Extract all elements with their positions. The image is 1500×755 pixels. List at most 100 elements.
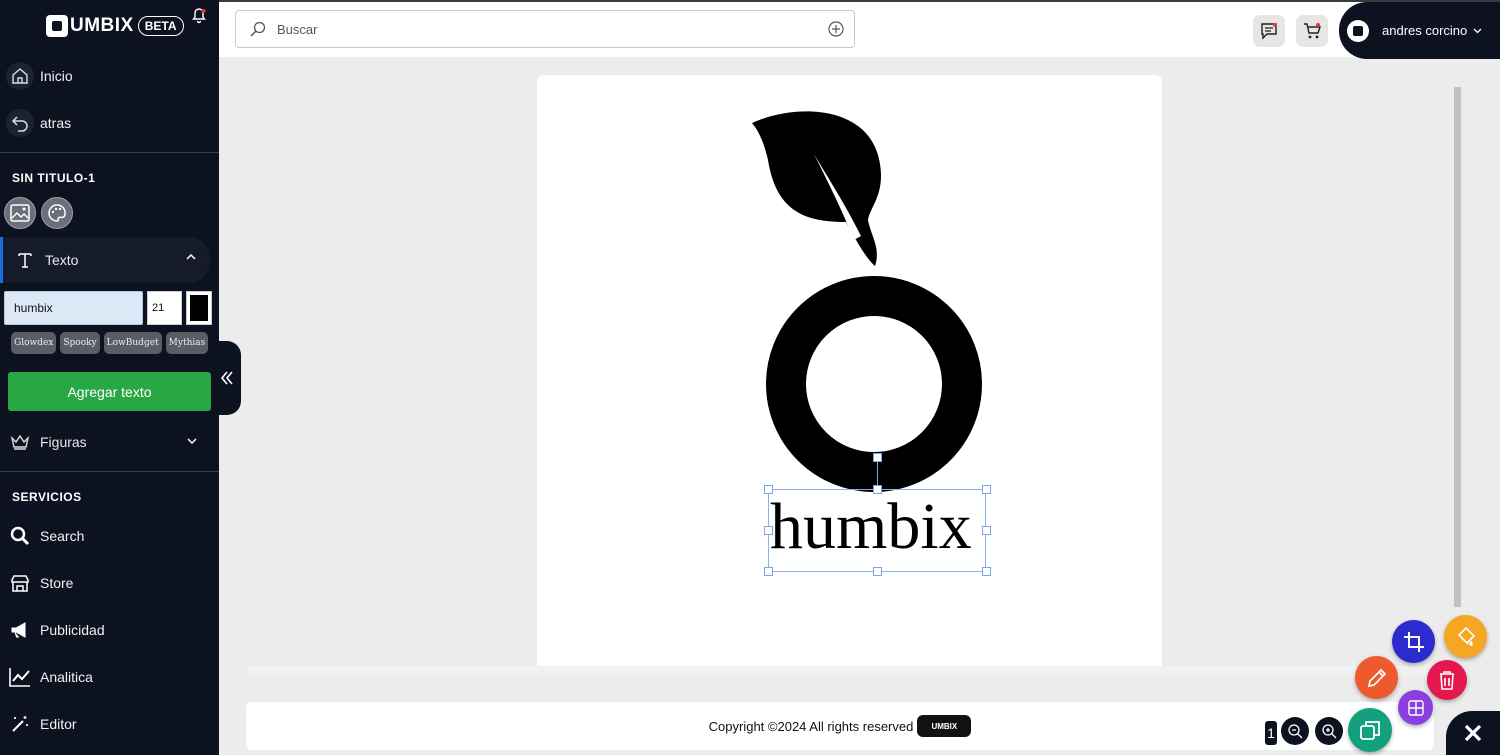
paint-bucket-button[interactable] (1444, 615, 1487, 658)
logo-mark-icon (46, 15, 68, 37)
megaphone-icon (6, 616, 34, 644)
nav-publicidad[interactable]: Publicidad (0, 606, 219, 653)
nav-inicio-label: Inicio (40, 67, 73, 84)
text-content-input[interactable]: humbix (4, 291, 143, 325)
text-controls: humbix 21 (0, 283, 219, 325)
nav-atras-label: atras (40, 114, 72, 131)
resize-handle[interactable] (764, 567, 773, 576)
zoom-out-icon (1288, 724, 1303, 739)
nav-analitica[interactable]: Analitica (0, 653, 219, 700)
layers-button[interactable] (1348, 708, 1392, 752)
grid-button[interactable] (1398, 690, 1433, 725)
vertical-scrollbar[interactable] (1454, 79, 1462, 664)
image-tool-button[interactable] (4, 197, 36, 229)
color-swatch (190, 295, 208, 321)
cart-icon (1304, 23, 1321, 39)
nav-analitica-label: Analitica (40, 668, 93, 685)
texto-label: Texto (45, 252, 79, 268)
nav-publicidad-label: Publicidad (40, 621, 105, 638)
add-text-button[interactable]: Agregar texto (8, 372, 211, 411)
nav-store[interactable]: Store (0, 559, 219, 606)
canvas-text-element[interactable]: humbix (770, 494, 972, 560)
chevron-down-icon (187, 438, 197, 445)
font-chip[interactable]: Mythias (165, 332, 209, 354)
search-icon (250, 21, 266, 37)
search-icon (6, 522, 34, 550)
text-icon (11, 246, 39, 274)
palette-icon (48, 204, 66, 222)
font-chip[interactable]: Glowdex (11, 332, 57, 354)
image-icon (10, 204, 30, 222)
avatar (1347, 19, 1369, 42)
store-icon (6, 569, 34, 597)
figuras-panel-header[interactable]: Figuras (0, 419, 219, 465)
zoom-in-button[interactable] (1315, 717, 1343, 745)
tool-buttons (0, 193, 219, 231)
font-chips: Glowdex Spooky LowBudget Mythias mono (0, 325, 212, 354)
copyright-text: Copyright ©2024 All rights reserved (708, 718, 914, 734)
search-placeholder: Buscar (277, 21, 318, 37)
zoom-out-button[interactable] (1281, 717, 1309, 745)
trash-icon (1440, 671, 1454, 690)
leaf-logo-graphic[interactable] (748, 110, 988, 495)
nav-editor[interactable]: Editor (0, 700, 219, 747)
text-color-picker[interactable] (186, 291, 212, 325)
delete-button[interactable] (1427, 660, 1467, 700)
user-name: andres corcino (1382, 23, 1468, 38)
crop-button[interactable] (1392, 620, 1435, 663)
magic-wand-icon (6, 710, 34, 738)
grid-icon (1407, 699, 1424, 716)
close-icon (1464, 724, 1482, 742)
project-title: SIN TITULO-1 (12, 171, 96, 185)
brand-name: UMBIX (70, 15, 134, 36)
footer-logo: UMBIX (917, 715, 972, 737)
resize-handle[interactable] (873, 567, 882, 576)
chart-icon (6, 663, 34, 691)
crop-icon (1403, 631, 1424, 652)
font-chip[interactable]: Spooky (60, 332, 100, 354)
bell-icon[interactable] (191, 8, 207, 24)
sidebar: UMBIX BETA Inicio atras SIN TITULO-1 Tex… (0, 0, 219, 755)
nav-editor-label: Editor (40, 715, 77, 732)
edit-button[interactable] (1355, 656, 1398, 699)
nav-store-label: Store (40, 574, 74, 591)
brand-logo[interactable]: UMBIX BETA (0, 0, 219, 52)
add-circle-icon[interactable] (828, 21, 844, 37)
pencil-icon (1367, 668, 1386, 687)
close-button[interactable] (1446, 711, 1500, 755)
nav-atras[interactable]: atras (0, 99, 219, 146)
cart-button[interactable] (1296, 15, 1328, 47)
resize-handle[interactable] (982, 526, 991, 535)
home-icon (6, 61, 34, 90)
user-menu[interactable]: andres corcino (1339, 2, 1500, 59)
scroll-thumb[interactable] (1454, 87, 1461, 607)
nav-search[interactable]: Search (0, 512, 219, 559)
sidebar-collapse-button[interactable] (212, 341, 241, 415)
resize-handle[interactable] (982, 485, 991, 494)
resize-handle[interactable] (982, 567, 991, 576)
font-size-input[interactable]: 21 (147, 291, 182, 325)
layers-icon (1360, 721, 1380, 740)
figuras-label: Figuras (40, 434, 87, 450)
nav-inicio[interactable]: Inicio (0, 52, 219, 99)
search-field[interactable]: Buscar (235, 10, 855, 48)
beta-badge: BETA (137, 16, 184, 36)
chat-icon (1261, 23, 1277, 40)
crown-icon (6, 428, 34, 456)
palette-tool-button[interactable] (41, 197, 73, 229)
font-chip[interactable]: LowBudget (103, 332, 162, 354)
rotate-handle[interactable] (873, 453, 882, 462)
messages-button[interactable] (1253, 15, 1285, 47)
undo-icon (6, 108, 34, 137)
page-number: 1 (1265, 721, 1277, 745)
footer: Copyright ©2024 All rights reserved UMBI… (246, 702, 1434, 750)
top-bar: Buscar andres corcino (219, 0, 1500, 59)
horizontal-scrollbar[interactable] (247, 666, 1460, 677)
paint-icon (1457, 626, 1475, 646)
chevron-down-icon (1473, 28, 1482, 33)
services-title: SERVICIOS (12, 490, 82, 504)
nav-search-label: Search (40, 527, 85, 544)
texto-panel-header[interactable]: Texto (0, 237, 210, 283)
rotate-line (877, 462, 878, 486)
chevron-up-icon (186, 253, 196, 260)
